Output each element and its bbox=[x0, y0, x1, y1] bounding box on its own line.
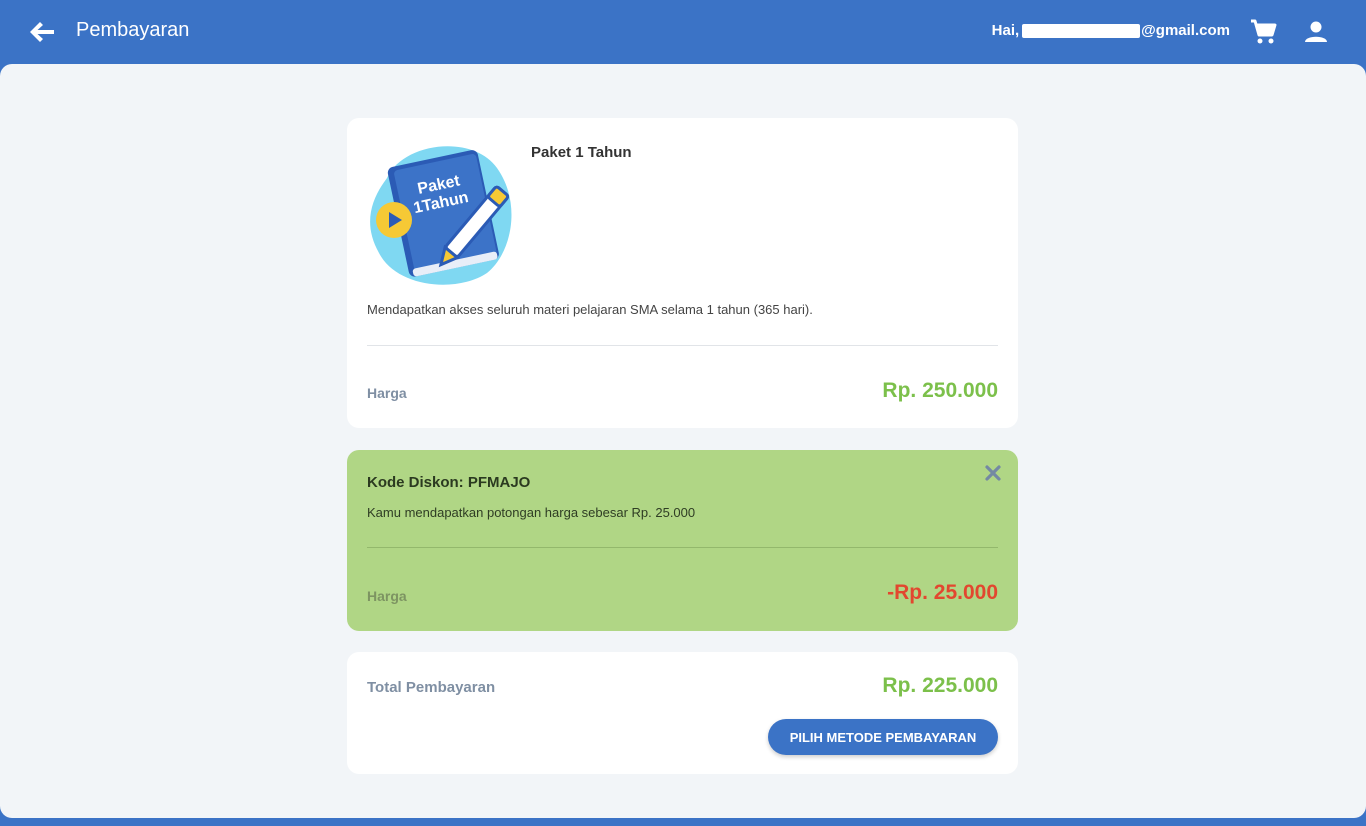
price-label: Harga bbox=[367, 385, 407, 401]
product-description: Mendapatkan akses seluruh materi pelajar… bbox=[367, 302, 813, 317]
discount-code-title: Kode Diskon: PFMAJO bbox=[367, 474, 531, 491]
total-amount: Rp. 225.000 bbox=[882, 674, 998, 697]
greeting-prefix: Hai, bbox=[991, 22, 1020, 39]
close-icon[interactable] bbox=[985, 465, 1001, 481]
total-card: Total Pembayaran Rp. 225.000 PILIH METOD… bbox=[347, 652, 1018, 774]
total-label: Total Pembayaran bbox=[367, 679, 496, 696]
cart-icon[interactable] bbox=[1250, 19, 1278, 45]
email-suffix: @gmail.com bbox=[1141, 22, 1230, 39]
user-greeting: Hai, @gmail.com bbox=[992, 22, 1230, 39]
product-name: Paket 1 Tahun bbox=[531, 144, 632, 161]
arrow-left-icon[interactable] bbox=[28, 20, 56, 44]
user-icon[interactable] bbox=[1303, 19, 1329, 45]
discount-description: Kamu mendapatkan potongan harga sebesar … bbox=[367, 505, 696, 520]
product-card: Paket 1Tahun Paket 1 Tahun Mendapatkan a… bbox=[347, 118, 1018, 428]
divider bbox=[367, 547, 998, 548]
page-title: Pembayaran bbox=[76, 19, 190, 41]
product-price: Rp. 250.000 bbox=[882, 379, 998, 402]
discount-price-label: Harga bbox=[367, 588, 407, 604]
redacted-email bbox=[1022, 23, 1141, 38]
divider bbox=[367, 345, 998, 346]
top-app-bar: Pembayaran Hai, @gmail.com bbox=[0, 0, 1366, 64]
main-content: Paket 1Tahun Paket 1 Tahun Mendapatkan a… bbox=[0, 64, 1366, 818]
choose-payment-method-button[interactable]: PILIH METODE PEMBAYARAN bbox=[768, 719, 998, 755]
discount-amount: -Rp. 25.000 bbox=[887, 581, 998, 604]
product-image: Paket 1Tahun bbox=[370, 146, 512, 285]
discount-card: Kode Diskon: PFMAJO Kamu mendapatkan pot… bbox=[347, 450, 1018, 631]
